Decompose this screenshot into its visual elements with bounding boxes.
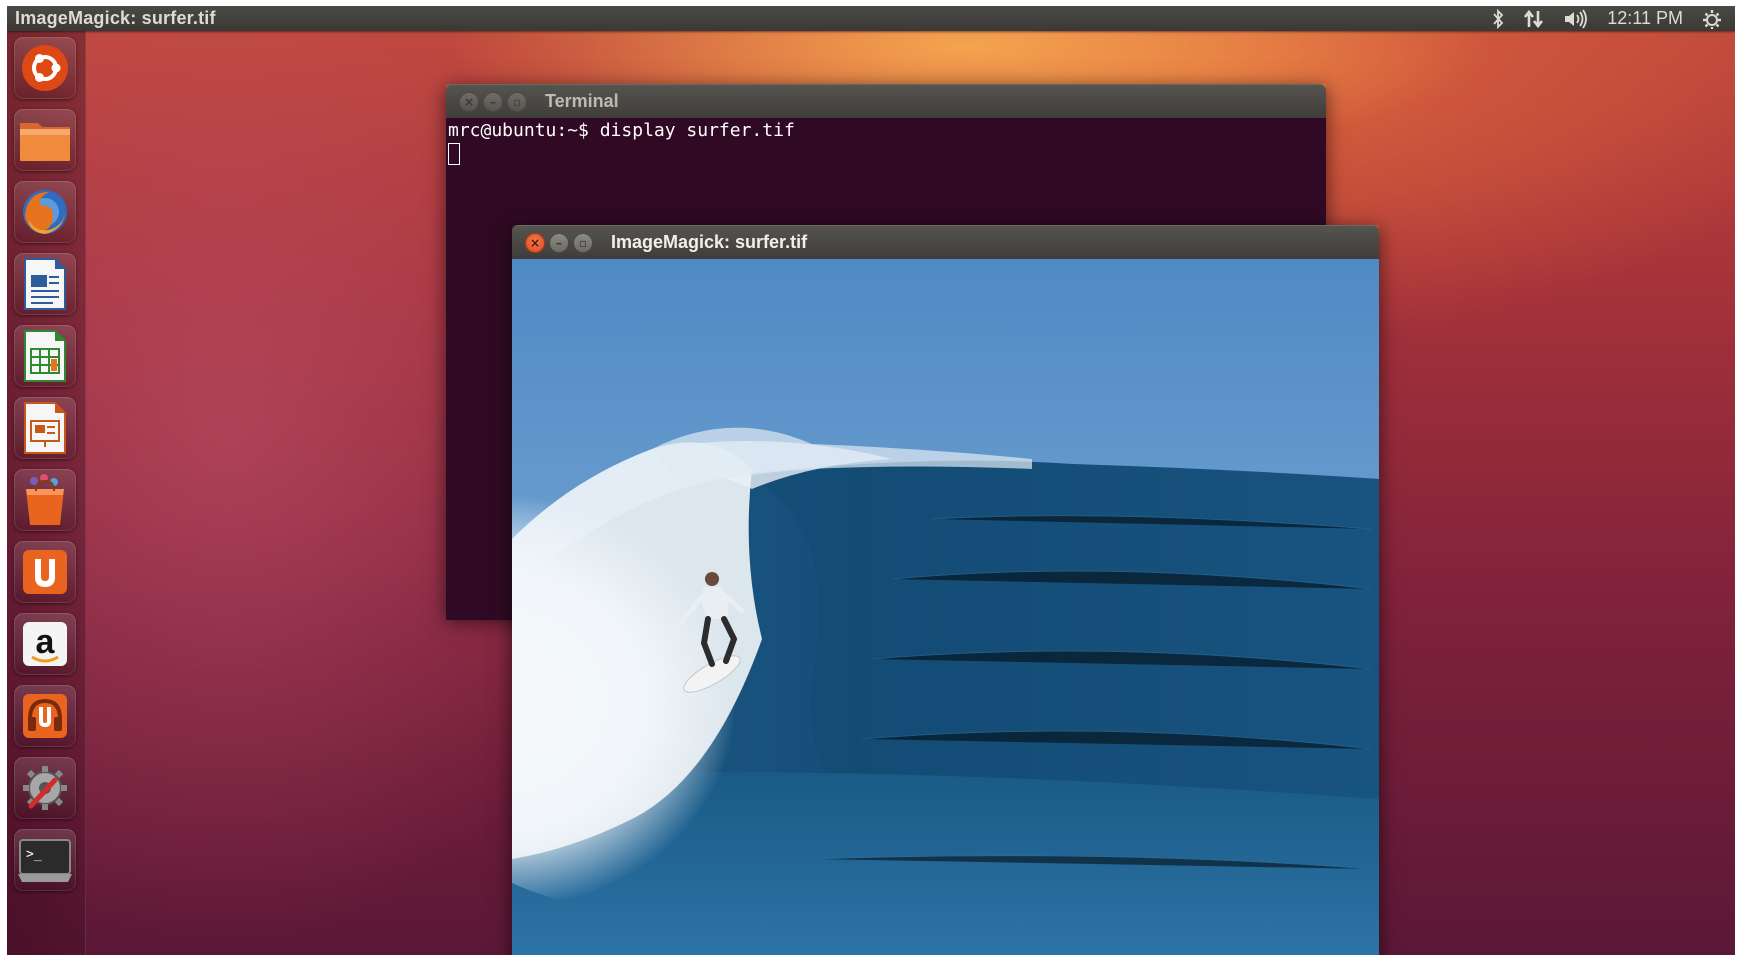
imagemagick-window[interactable]: × – ▫ ImageMagick: surfer.tif <box>512 225 1379 955</box>
maximize-icon[interactable]: ▫ <box>573 232 593 253</box>
impress-button[interactable] <box>14 397 76 459</box>
terminal-button[interactable]: >_ <box>14 829 76 891</box>
amazon-button[interactable]: a <box>14 613 76 675</box>
firefox-button[interactable] <box>14 181 76 243</box>
maximize-icon[interactable]: ▫ <box>507 91 527 112</box>
surfer-photo[interactable] <box>512 259 1379 955</box>
terminal-prompt-line: mrc@ubuntu:~$ display surfer.tif <box>448 120 795 141</box>
terminal-title: Terminal <box>545 91 619 111</box>
close-icon[interactable]: × <box>525 232 545 253</box>
session-gear-icon[interactable] <box>1701 8 1723 30</box>
amazon-icon: a <box>20 619 70 669</box>
minimize-icon[interactable]: – <box>483 91 503 112</box>
svg-text:a: a <box>36 623 56 661</box>
svg-text:>_: >_ <box>26 847 42 862</box>
ubuntu-dash-button[interactable] <box>14 37 76 99</box>
indicator-area: 12:11 PM <box>1491 8 1723 30</box>
ubuntu-one-icon <box>20 547 70 597</box>
ubuntu-logo-icon <box>20 43 70 93</box>
files-button[interactable] <box>14 109 76 171</box>
system-settings-button[interactable] <box>14 757 76 819</box>
clock[interactable]: 12:11 PM <box>1607 8 1683 29</box>
terminal-window-controls: × – ▫ <box>459 91 527 112</box>
ubuntu-one-music-button[interactable] <box>14 685 76 747</box>
close-icon[interactable]: × <box>459 91 479 112</box>
launcher: a >_ <box>7 31 86 955</box>
calc-button[interactable] <box>14 325 76 387</box>
settings-wrench-icon <box>19 762 71 814</box>
bluetooth-icon[interactable] <box>1491 8 1505 29</box>
imagemagick-window-controls: × – ▫ <box>525 232 593 253</box>
software-center-button[interactable] <box>14 469 76 531</box>
writer-icon <box>23 257 67 311</box>
terminal-cursor <box>448 143 460 165</box>
volume-icon[interactable] <box>1563 9 1589 29</box>
active-app-title: ImageMagick: surfer.tif <box>15 8 216 28</box>
impress-icon <box>23 401 67 455</box>
ubuntu-one-button[interactable] <box>14 541 76 603</box>
folder-icon <box>18 117 72 163</box>
calc-icon <box>23 329 67 383</box>
firefox-icon <box>19 186 71 238</box>
terminal-icon: >_ <box>18 838 72 882</box>
shopping-bag-icon <box>20 473 70 527</box>
terminal-titlebar[interactable]: × – ▫ Terminal <box>446 84 1326 118</box>
top-panel: ImageMagick: surfer.tif 12:11 PM <box>7 6 1735 31</box>
ubuntu-one-music-icon <box>20 691 70 741</box>
imagemagick-titlebar[interactable]: × – ▫ ImageMagick: surfer.tif <box>512 225 1379 259</box>
imagemagick-title: ImageMagick: surfer.tif <box>611 232 808 252</box>
network-icon[interactable] <box>1523 9 1545 29</box>
minimize-icon[interactable]: – <box>549 232 569 253</box>
desktop: ImageMagick: surfer.tif 12:11 PM a >_ × … <box>7 6 1735 955</box>
writer-button[interactable] <box>14 253 76 315</box>
